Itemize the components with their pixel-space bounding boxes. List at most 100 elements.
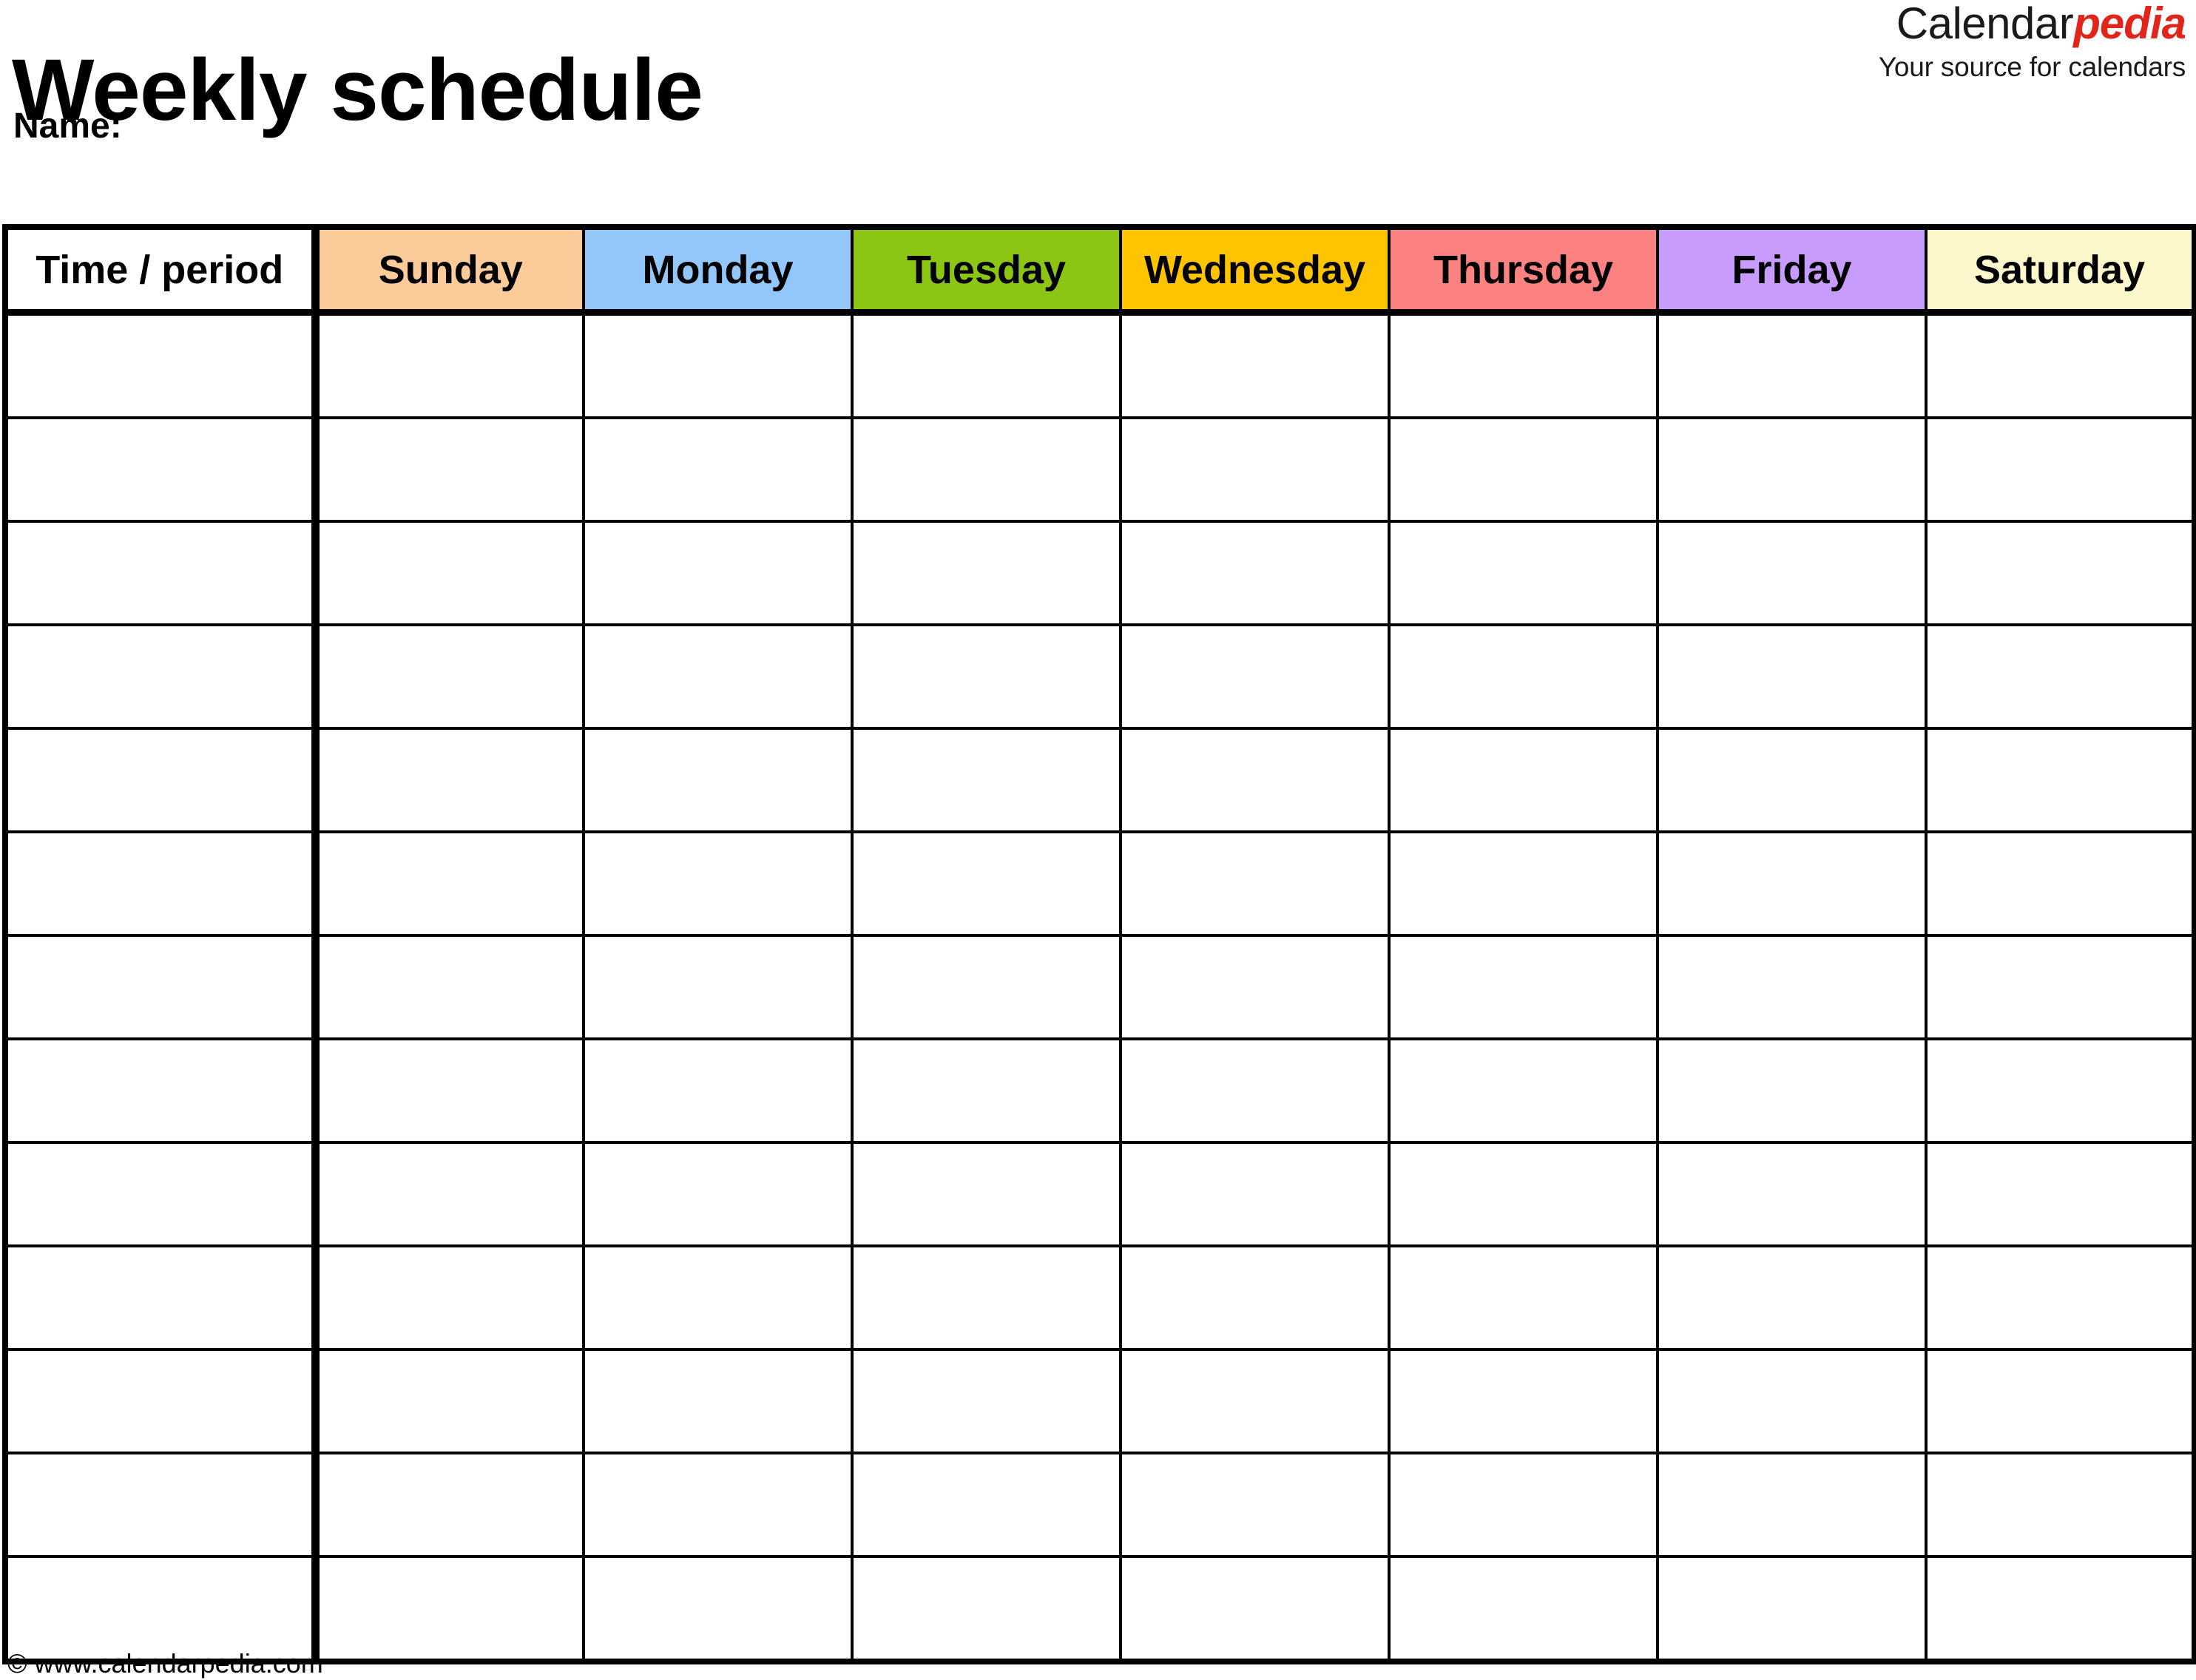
schedule-cell-thursday[interactable]	[1388, 1452, 1659, 1558]
schedule-cell-saturday[interactable]	[1925, 830, 2196, 937]
schedule-cell-saturday[interactable]	[1925, 623, 2196, 730]
schedule-cell-tuesday[interactable]	[851, 1348, 1122, 1454]
schedule-cell-friday[interactable]	[1656, 623, 1928, 730]
time-period-cell[interactable]	[4, 520, 320, 626]
schedule-cell-thursday[interactable]	[1388, 311, 1659, 419]
time-period-cell[interactable]	[4, 1141, 320, 1247]
time-period-cell[interactable]	[4, 1452, 320, 1558]
schedule-cell-thursday[interactable]	[1388, 1037, 1659, 1144]
schedule-cell-saturday[interactable]	[1925, 1141, 2196, 1247]
schedule-cell-monday[interactable]	[582, 1037, 854, 1144]
time-period-cell[interactable]	[4, 934, 320, 1040]
schedule-cell-saturday[interactable]	[1925, 1348, 2196, 1454]
schedule-cell-monday[interactable]	[582, 830, 854, 937]
schedule-cell-wednesday[interactable]	[1119, 416, 1391, 523]
schedule-cell-sunday[interactable]	[314, 1452, 585, 1558]
time-period-cell[interactable]	[4, 311, 320, 419]
schedule-cell-wednesday[interactable]	[1119, 727, 1391, 833]
time-period-cell[interactable]	[4, 416, 320, 523]
schedule-cell-friday[interactable]	[1656, 1452, 1928, 1558]
schedule-cell-tuesday[interactable]	[851, 830, 1122, 937]
schedule-cell-tuesday[interactable]	[851, 1452, 1122, 1558]
schedule-cell-wednesday[interactable]	[1119, 1141, 1391, 1247]
schedule-cell-thursday[interactable]	[1388, 416, 1659, 523]
schedule-cell-friday[interactable]	[1656, 416, 1928, 523]
schedule-cell-monday[interactable]	[582, 934, 854, 1040]
schedule-cell-monday[interactable]	[582, 727, 854, 833]
schedule-cell-wednesday[interactable]	[1119, 1037, 1391, 1144]
schedule-cell-tuesday[interactable]	[851, 1244, 1122, 1351]
time-period-cell[interactable]	[4, 1244, 320, 1351]
time-period-cell[interactable]	[4, 1037, 320, 1144]
schedule-cell-saturday[interactable]	[1925, 520, 2196, 626]
schedule-cell-friday[interactable]	[1656, 830, 1928, 937]
schedule-cell-thursday[interactable]	[1388, 1141, 1659, 1247]
schedule-cell-thursday[interactable]	[1388, 623, 1659, 730]
schedule-cell-monday[interactable]	[582, 311, 854, 419]
schedule-cell-saturday[interactable]	[1925, 1244, 2196, 1351]
schedule-cell-tuesday[interactable]	[851, 311, 1122, 419]
schedule-cell-saturday[interactable]	[1925, 416, 2196, 523]
schedule-cell-friday[interactable]	[1656, 1555, 1928, 1663]
schedule-cell-monday[interactable]	[582, 1555, 854, 1663]
schedule-cell-wednesday[interactable]	[1119, 934, 1391, 1040]
schedule-cell-wednesday[interactable]	[1119, 623, 1391, 730]
schedule-cell-thursday[interactable]	[1388, 830, 1659, 937]
schedule-cell-friday[interactable]	[1656, 1244, 1928, 1351]
schedule-cell-saturday[interactable]	[1925, 934, 2196, 1040]
schedule-cell-sunday[interactable]	[314, 1348, 585, 1454]
schedule-cell-thursday[interactable]	[1388, 934, 1659, 1040]
schedule-cell-wednesday[interactable]	[1119, 311, 1391, 419]
schedule-cell-thursday[interactable]	[1388, 1555, 1659, 1663]
time-period-cell[interactable]	[4, 727, 320, 833]
time-period-cell[interactable]	[4, 1555, 320, 1663]
schedule-cell-friday[interactable]	[1656, 520, 1928, 626]
schedule-cell-friday[interactable]	[1656, 1037, 1928, 1144]
schedule-cell-sunday[interactable]	[314, 934, 585, 1040]
schedule-cell-saturday[interactable]	[1925, 1555, 2196, 1663]
schedule-cell-monday[interactable]	[582, 623, 854, 730]
schedule-cell-thursday[interactable]	[1388, 1348, 1659, 1454]
schedule-cell-sunday[interactable]	[314, 416, 585, 523]
schedule-cell-thursday[interactable]	[1388, 520, 1659, 626]
schedule-cell-wednesday[interactable]	[1119, 830, 1391, 937]
schedule-cell-sunday[interactable]	[314, 1555, 585, 1663]
time-period-cell[interactable]	[4, 830, 320, 937]
schedule-cell-tuesday[interactable]	[851, 1141, 1122, 1247]
schedule-cell-sunday[interactable]	[314, 520, 585, 626]
schedule-cell-tuesday[interactable]	[851, 727, 1122, 833]
schedule-cell-friday[interactable]	[1656, 934, 1928, 1040]
time-period-cell[interactable]	[4, 623, 320, 730]
schedule-cell-monday[interactable]	[582, 1141, 854, 1247]
schedule-cell-wednesday[interactable]	[1119, 520, 1391, 626]
time-period-cell[interactable]	[4, 1348, 320, 1454]
schedule-cell-sunday[interactable]	[314, 1244, 585, 1351]
schedule-cell-thursday[interactable]	[1388, 727, 1659, 833]
schedule-cell-monday[interactable]	[582, 1244, 854, 1351]
schedule-cell-tuesday[interactable]	[851, 520, 1122, 626]
schedule-cell-sunday[interactable]	[314, 311, 585, 419]
schedule-cell-saturday[interactable]	[1925, 727, 2196, 833]
schedule-cell-friday[interactable]	[1656, 1141, 1928, 1247]
schedule-cell-tuesday[interactable]	[851, 934, 1122, 1040]
schedule-cell-tuesday[interactable]	[851, 416, 1122, 523]
schedule-cell-monday[interactable]	[582, 1348, 854, 1454]
schedule-cell-sunday[interactable]	[314, 727, 585, 833]
schedule-cell-sunday[interactable]	[314, 1141, 585, 1247]
schedule-cell-friday[interactable]	[1656, 311, 1928, 419]
schedule-cell-tuesday[interactable]	[851, 1037, 1122, 1144]
schedule-cell-tuesday[interactable]	[851, 623, 1122, 730]
schedule-cell-monday[interactable]	[582, 416, 854, 523]
schedule-cell-sunday[interactable]	[314, 830, 585, 937]
schedule-cell-saturday[interactable]	[1925, 1037, 2196, 1144]
schedule-cell-monday[interactable]	[582, 1452, 854, 1558]
schedule-cell-friday[interactable]	[1656, 1348, 1928, 1454]
schedule-cell-wednesday[interactable]	[1119, 1452, 1391, 1558]
schedule-cell-monday[interactable]	[582, 520, 854, 626]
schedule-cell-wednesday[interactable]	[1119, 1244, 1391, 1351]
schedule-cell-sunday[interactable]	[314, 623, 585, 730]
schedule-cell-saturday[interactable]	[1925, 311, 2196, 419]
schedule-cell-saturday[interactable]	[1925, 1452, 2196, 1558]
schedule-cell-wednesday[interactable]	[1119, 1555, 1391, 1663]
schedule-cell-tuesday[interactable]	[851, 1555, 1122, 1663]
